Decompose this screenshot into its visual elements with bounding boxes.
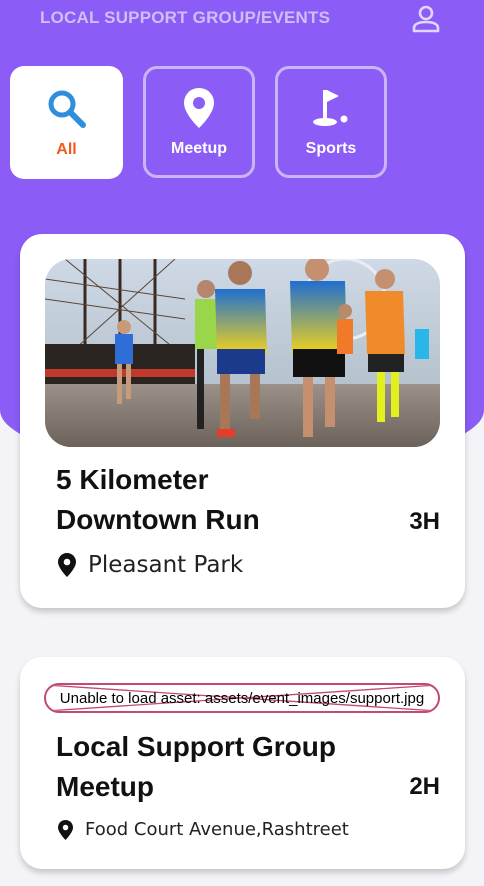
filter-all-label: All [56,140,77,158]
event-image [45,259,440,447]
event-location: Pleasant Park [58,552,243,578]
event-location: Food Court Avenue,Rashtreet [58,819,349,840]
event-title: Local Support Group Meetup [56,731,336,802]
location-pin-icon [58,819,73,840]
filter-sports-button[interactable]: Sports [275,66,387,178]
app-header: LOCAL SUPPORT GROUP/EVENTS [0,0,484,40]
image-error-text: Unable to load asset: assets/event_image… [59,689,425,707]
filter-all-button[interactable]: All [10,66,123,179]
filter-sports-label: Sports [305,140,357,157]
filter-meetup-label: Meetup [171,140,227,157]
event-location-text: Pleasant Park [88,552,244,578]
location-pin-icon [184,88,214,128]
event-time: 2H [409,773,440,800]
event-location-text: Food Court Avenue,Rashtreet [85,819,349,840]
event-card[interactable]: Unable to load asset: assets/event_image… [20,657,465,869]
golf-flag-icon [313,90,348,126]
profile-icon[interactable] [410,2,442,34]
filter-meetup-button[interactable]: Meetup [143,66,255,178]
event-time: 3H [409,508,440,535]
page-title: LOCAL SUPPORT GROUP/EVENTS [40,8,331,27]
location-pin-icon [58,553,76,577]
search-icon [48,90,86,128]
category-filters: All Meetup Sports [10,66,387,179]
event-card[interactable]: 5 Kilometer Downtown Run 3H Pleasant Par… [20,234,465,608]
event-title: 5 Kilometer Downtown Run [56,464,260,535]
image-load-error: Unable to load asset: assets/event_image… [44,683,440,713]
